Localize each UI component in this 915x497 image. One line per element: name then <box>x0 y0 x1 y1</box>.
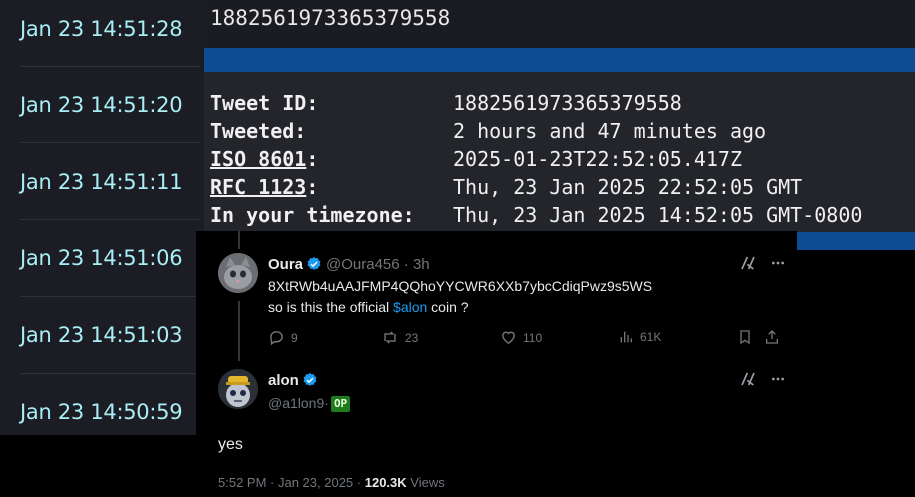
tweet-id-panel: 1882561973365379558 Tweet ID: 1882561973… <box>204 0 915 250</box>
thread-line <box>238 301 240 361</box>
share-icon <box>766 330 778 344</box>
tweet-header: alon <box>268 372 322 389</box>
divider <box>20 296 200 297</box>
info-value: Thu, 23 Jan 2025 14:52:05 GMT-0800 <box>453 203 863 227</box>
views-count: 120.3K <box>364 475 407 490</box>
like-button[interactable]: 110 <box>500 329 542 346</box>
reply-button[interactable]: 9 <box>268 329 298 346</box>
handle-row: @a1lon9· OP <box>268 395 351 412</box>
separator: · <box>266 475 278 490</box>
op-badge: OP <box>330 396 351 412</box>
list-item[interactable]: Jan 23 14:50:59 <box>0 383 204 441</box>
repost-button[interactable]: 23 <box>381 329 418 346</box>
tweet-age[interactable]: 3h <box>413 256 430 273</box>
label-suffix: : <box>306 175 319 199</box>
cashtag-link[interactable]: $alon <box>393 299 427 315</box>
tweet-thread: Oura @Oura456 · 3h 8XtRWb4uAAJFMP4QQhoYYC… <box>196 231 797 497</box>
repost-icon <box>384 331 396 344</box>
reply-icon <box>270 331 283 346</box>
bookmark-button[interactable] <box>737 329 753 345</box>
more-icon[interactable] <box>770 371 786 387</box>
tweet-top-actions <box>740 371 786 387</box>
reply-count: 9 <box>291 330 298 345</box>
tweet-header: Oura @Oura456 · 3h <box>268 256 430 273</box>
timestamp: Jan 23 14:51:11 <box>20 170 183 194</box>
tweet-time[interactable]: 5:52 PM <box>218 475 266 490</box>
label-suffix: : <box>306 147 319 171</box>
grok-icon[interactable] <box>740 371 756 387</box>
timestamp: Jan 23 14:51:06 <box>20 246 183 270</box>
repost-count: 23 <box>405 330 419 345</box>
info-value: 1882561973365379558 <box>453 91 682 115</box>
info-label: ISO 8601: <box>210 145 318 173</box>
tweet-text-line2: so is this the official $alon coin ? <box>268 299 469 315</box>
grok-icon[interactable] <box>740 255 756 271</box>
heart-icon <box>502 331 515 345</box>
display-name[interactable]: alon <box>268 372 299 389</box>
handle[interactable]: @Oura456 <box>326 256 400 273</box>
like-count: 110 <box>523 330 543 345</box>
info-label: Tweeted: <box>210 119 307 143</box>
separator: · <box>353 475 365 490</box>
bookmark-icon <box>740 330 750 345</box>
separator: · <box>324 395 329 411</box>
more-icon[interactable] <box>770 255 786 271</box>
views-button[interactable]: 61K <box>618 329 661 345</box>
info-value: 2025-01-23T22:52:05.417Z <box>453 147 742 171</box>
handle[interactable]: @a1lon9 <box>268 395 324 411</box>
avatar[interactable] <box>218 253 258 293</box>
share-button[interactable] <box>764 329 780 345</box>
timestamp: Jan 23 14:50:59 <box>20 400 183 424</box>
tweet-date[interactable]: Jan 23, 2025 <box>278 475 353 490</box>
verified-badge-icon <box>307 257 321 270</box>
timestamp: Jan 23 14:51:03 <box>20 323 183 347</box>
tweet-actions: 9 23 110 61K <box>268 329 788 349</box>
thread-line <box>238 231 240 249</box>
list-item[interactable]: Jan 23 14:51:03 <box>0 306 204 364</box>
timestamp: Jan 23 14:51:20 <box>20 93 183 117</box>
tweet-id-header: 1882561973365379558 <box>204 0 915 48</box>
cat-avatar-icon <box>218 253 258 293</box>
info-value: Thu, 23 Jan 2025 22:52:05 GMT <box>453 175 803 199</box>
timestamp: Jan 23 14:51:28 <box>20 17 183 41</box>
timestamp-list: Jan 23 14:51:28 Jan 23 14:51:20 Jan 23 1… <box>0 0 204 435</box>
list-item[interactable]: Jan 23 14:51:28 <box>0 0 204 58</box>
divider <box>20 142 200 143</box>
list-item[interactable]: Jan 23 14:51:11 <box>0 153 204 211</box>
highlight-bar <box>204 48 915 72</box>
divider <box>20 219 200 220</box>
verified-badge-icon <box>303 373 317 386</box>
tweet-text: so is this the official <box>268 299 394 315</box>
info-value: 2 hours and 47 minutes ago <box>453 119 767 143</box>
views-icon <box>620 331 632 343</box>
tweet-text: coin ? <box>427 299 469 315</box>
iso8601-link[interactable]: ISO 8601 <box>210 147 306 171</box>
tweet-id-input[interactable]: 1882561973365379558 <box>210 6 450 30</box>
info-label: Tweet ID: <box>210 91 319 115</box>
info-label: In your timezone: <box>210 203 415 227</box>
tweet-top-actions <box>740 255 786 271</box>
tweet-meta: 5:52 PM · Jan 23, 2025 · 120.3K Views <box>218 475 445 490</box>
divider <box>20 373 200 374</box>
character-avatar-icon <box>218 369 258 409</box>
avatar[interactable] <box>218 369 258 409</box>
views-count: 61K <box>640 330 662 344</box>
list-item[interactable]: Jan 23 14:51:20 <box>0 76 204 134</box>
tweet-text-line1: 8XtRWb4uAAJFMP4QQhoYYCWR6XXb7ybcCdiqPwz9… <box>268 278 653 294</box>
divider <box>20 66 200 67</box>
info-label: RFC 1123: <box>210 173 318 201</box>
rfc1123-link[interactable]: RFC 1123 <box>210 175 306 199</box>
views-label: Views <box>406 475 445 490</box>
tweet-text: yes <box>218 436 243 453</box>
list-item[interactable]: Jan 23 14:51:06 <box>0 229 204 287</box>
display-name[interactable]: Oura <box>268 256 303 273</box>
